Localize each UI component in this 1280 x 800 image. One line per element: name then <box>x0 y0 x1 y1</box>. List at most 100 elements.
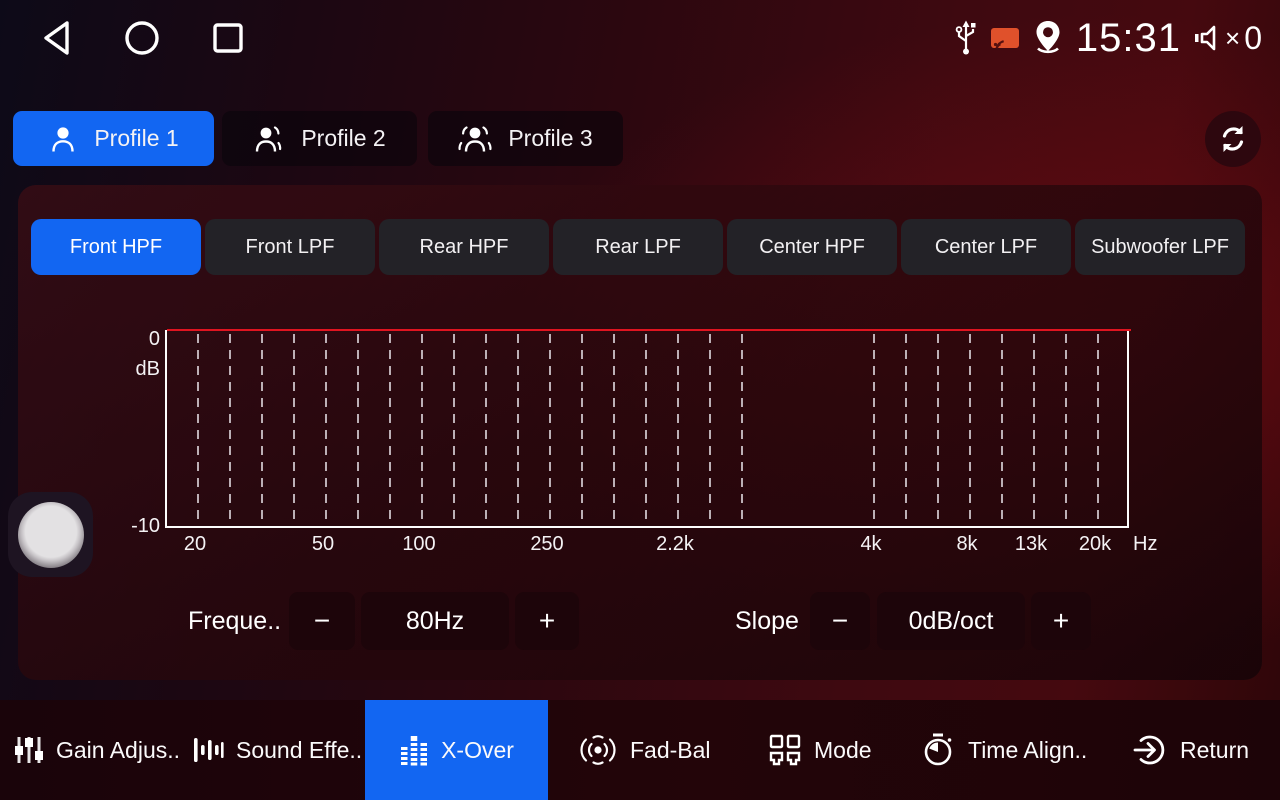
minus-icon: − <box>832 605 848 637</box>
nav-sound-effect[interactable]: Sound Effe.. <box>192 700 362 800</box>
status-bar: 15:31 × 0 <box>0 0 1280 78</box>
profile-2-button[interactable]: Profile 2 <box>222 111 417 166</box>
volume-status: × 0 <box>1193 20 1262 57</box>
gridline <box>261 334 263 524</box>
cast-icon <box>990 26 1020 50</box>
gridline <box>197 334 199 524</box>
x-tick-label: 100 <box>402 533 435 556</box>
back-button[interactable] <box>36 18 76 58</box>
tab-subwoofer-lpf[interactable]: Subwoofer LPF <box>1075 219 1245 275</box>
x-tick-label: 13k <box>1015 533 1047 556</box>
gridline <box>1001 334 1003 524</box>
tab-label: Subwoofer LPF <box>1091 236 1229 259</box>
gridline <box>969 334 971 524</box>
recents-button[interactable] <box>208 18 248 58</box>
nav-label: Return <box>1180 737 1249 764</box>
gridline <box>645 334 647 524</box>
fader-balance-icon <box>578 733 618 767</box>
person-one-arc-icon <box>253 124 285 154</box>
gridline <box>709 334 711 524</box>
knob-face <box>18 502 84 568</box>
frequency-label: Freque.. <box>188 592 281 650</box>
x-tick-label: 8k <box>956 533 977 556</box>
mode-grid-icon <box>768 733 802 767</box>
x-tick-label: 4k <box>860 533 881 556</box>
tab-front-lpf[interactable]: Front LPF <box>205 219 375 275</box>
tab-label: Center HPF <box>759 236 865 259</box>
tab-label: Front HPF <box>70 236 162 259</box>
frequency-minus-button[interactable]: − <box>289 592 355 650</box>
gridline <box>453 334 455 524</box>
location-icon <box>1032 19 1064 57</box>
profile-label: Profile 3 <box>508 125 592 152</box>
nav-label: Fad-Bal <box>630 737 711 764</box>
gridline <box>873 334 875 524</box>
x-axis-unit-label: Hz <box>1133 533 1157 556</box>
minus-icon: − <box>314 605 330 637</box>
tab-label: Rear HPF <box>420 236 509 259</box>
android-nav-keys <box>36 18 248 58</box>
tab-label: Center LPF <box>935 236 1037 259</box>
volume-level: 0 <box>1244 20 1262 57</box>
plus-icon: + <box>539 605 555 637</box>
gridline <box>1033 334 1035 524</box>
tab-label: Front LPF <box>246 236 335 259</box>
slope-plus-button[interactable]: + <box>1031 592 1091 650</box>
gridline <box>937 334 939 524</box>
home-icon <box>123 19 161 57</box>
return-arrow-icon <box>1132 732 1168 768</box>
clock: 15:31 <box>1076 16 1181 61</box>
nav-fad-bal[interactable]: Fad-Bal <box>578 700 711 800</box>
gridline <box>905 334 907 524</box>
tab-label: Rear LPF <box>595 236 681 259</box>
tab-rear-hpf[interactable]: Rear HPF <box>379 219 549 275</box>
person-icon <box>48 124 78 154</box>
usb-icon <box>954 19 978 57</box>
profile-label: Profile 2 <box>301 125 385 152</box>
crossover-eq-icon <box>399 734 429 766</box>
person-two-arcs-icon <box>458 124 492 154</box>
nav-xover[interactable]: X-Over <box>365 700 548 800</box>
profile-label: Profile 1 <box>94 125 178 152</box>
refresh-icon <box>1217 123 1249 155</box>
frequency-plus-button[interactable]: + <box>515 592 579 650</box>
sound-effect-wave-icon <box>192 733 224 767</box>
gridline <box>1065 334 1067 524</box>
tab-rear-lpf[interactable]: Rear LPF <box>553 219 723 275</box>
nav-mode[interactable]: Mode <box>768 700 872 800</box>
nav-time-alignment[interactable]: Time Align.. <box>922 700 1087 800</box>
slope-label: Slope <box>735 592 799 650</box>
tab-center-hpf[interactable]: Center HPF <box>727 219 897 275</box>
volume-muted-icon <box>1193 22 1219 54</box>
gridline <box>581 334 583 524</box>
profile-3-button[interactable]: Profile 3 <box>428 111 623 166</box>
nav-gain-adjust[interactable]: Gain Adjus.. <box>14 700 180 800</box>
x-tick-label: 50 <box>312 533 334 556</box>
slope-value: 0dB/oct <box>877 592 1025 650</box>
gridline <box>549 334 551 524</box>
y-axis-unit-label: dB <box>114 358 160 381</box>
gridline <box>357 334 359 524</box>
tab-front-hpf[interactable]: Front HPF <box>31 219 201 275</box>
x-axis-ticks: 20501002502.2k4k8k13k20k <box>0 533 1280 559</box>
profile-bar: Profile 1 Profile 2 <box>0 111 1280 167</box>
tab-center-lpf[interactable]: Center LPF <box>901 219 1071 275</box>
status-icons: 15:31 × 0 <box>954 12 1262 64</box>
response-curve <box>167 329 1131 331</box>
filter-tab-bar: Front HPF Front LPF Rear HPF Rear LPF Ce… <box>31 219 1245 275</box>
slope-minus-button[interactable]: − <box>810 592 870 650</box>
nav-return[interactable]: Return <box>1132 700 1249 800</box>
profile-1-button[interactable]: Profile 1 <box>13 111 214 166</box>
home-button[interactable] <box>122 18 162 58</box>
refresh-button[interactable] <box>1205 111 1261 167</box>
nav-label: X-Over <box>441 737 514 764</box>
gridline <box>421 334 423 524</box>
volume-knob-button[interactable] <box>8 492 93 577</box>
gridline <box>613 334 615 524</box>
stopwatch-icon <box>922 732 956 768</box>
gridline <box>293 334 295 524</box>
gridline <box>1097 334 1099 524</box>
frequency-value: 80Hz <box>361 592 509 650</box>
gridline <box>485 334 487 524</box>
bottom-nav-bar: Gain Adjus.. Sound Effe.. <box>0 700 1280 800</box>
